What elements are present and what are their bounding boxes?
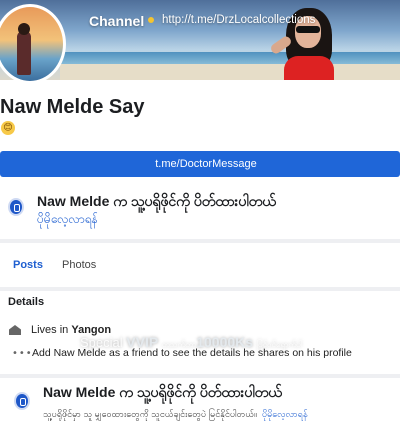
watermark-overlay: Special VVIP တသက်တာ10000Ks ဖြင့်ဝင်ရောက်… (80, 334, 302, 351)
details-heading: Details (8, 296, 45, 308)
tabs-bar (0, 243, 400, 287)
channel-url-link[interactable]: http://t.me/DrzLocalcollections (162, 14, 315, 26)
bottom-locked-subtitle: သူ့ပရိုဖိုင်မှာ သူ မျှဝေထားတွေကို သူငယ်ခ… (43, 409, 257, 419)
shield-lock-icon (8, 198, 24, 216)
cover-sea (60, 52, 400, 64)
profile-name: Naw Melde Say (0, 96, 145, 118)
message-button-label: t.me/DoctorMessage (155, 158, 257, 170)
shield-lock-icon (14, 392, 30, 410)
channel-label: Channel (89, 13, 145, 29)
locked-profile-title: Naw Melde က သူ့ပရိုဖိုင်ကို ပိတ်ထားပါတယ် (37, 193, 276, 209)
overlay-suffix: ဖြင့်ဝင်ရောက်ပါ (256, 340, 302, 349)
bottom-learn-more-link[interactable]: ပိုမိုလေ့လာရန် (262, 409, 308, 419)
bottom-locked-title: Naw Melde က သူ့ပရိုဖိုင်ကို ပိတ်ထားပါတယ် (43, 384, 282, 400)
more-dots-icon: ••• (12, 348, 33, 359)
lives-in-prefix: Lives in (31, 324, 69, 336)
bottom-locked-description: သူ့ပရိုဖိုင်မှာ သူ မျှဝေထားတွေကို သူငယ်ခ… (43, 402, 308, 421)
overlay-count: 10000Ks (196, 334, 254, 350)
overlay-special: Special (80, 335, 123, 350)
separator-dot-icon (148, 17, 154, 23)
tab-photos[interactable]: Photos (62, 259, 96, 271)
tab-posts[interactable]: Posts (13, 259, 43, 271)
smile-emoji-icon: 😊 (1, 121, 15, 135)
cover-sand (60, 64, 400, 80)
learn-more-link[interactable]: ပိုမိုလေ့လာရန် (37, 211, 98, 229)
overlay-count-mm: တသက်တာ (161, 340, 197, 349)
message-button[interactable]: t.me/DoctorMessage (0, 151, 400, 177)
overlay-vvip: VVIP (126, 334, 159, 350)
